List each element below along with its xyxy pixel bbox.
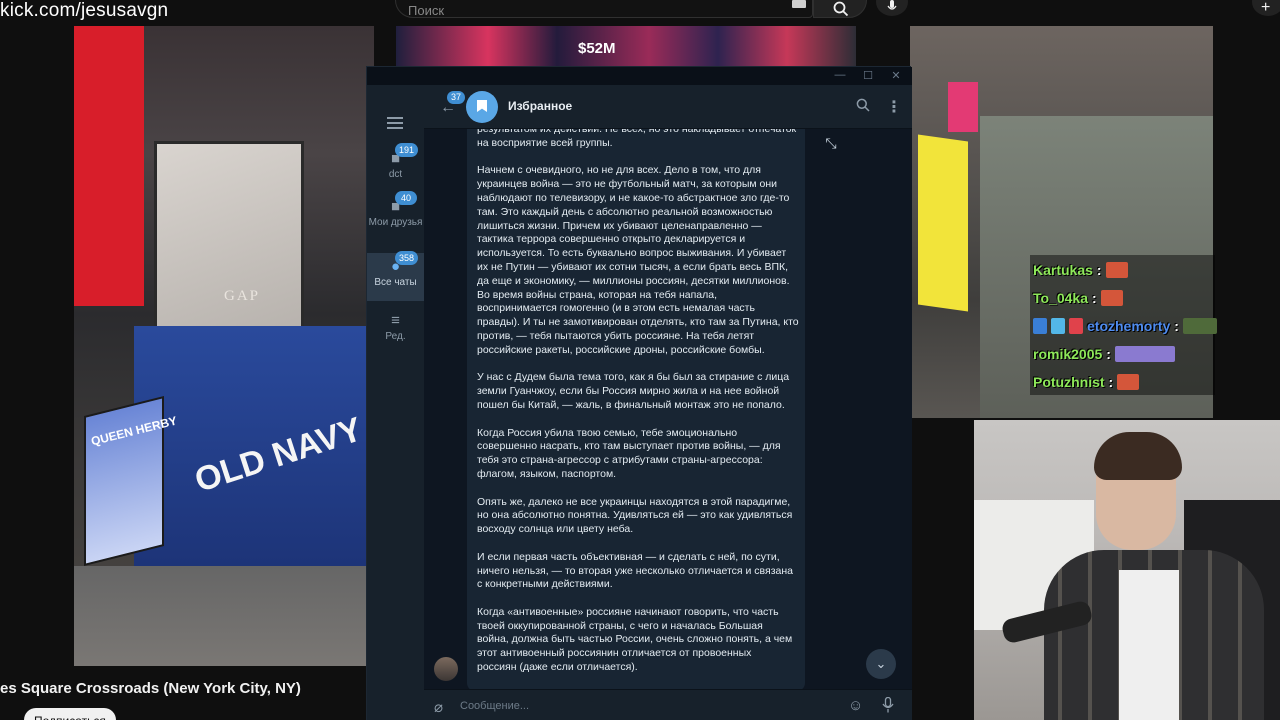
message-text: результатом их действий. Не всех, но это…	[477, 129, 802, 689]
folder-all-chats[interactable]: ● 358 Все чаты	[367, 251, 424, 301]
voice-search-button[interactable]	[876, 0, 908, 16]
gap-billboard	[154, 141, 304, 336]
chat-username: To_04ka	[1033, 290, 1088, 306]
message-paragraph: Когда Россия убила твою семью, тебе эмоц…	[477, 426, 781, 480]
microphone-icon	[887, 0, 897, 10]
avatar[interactable]	[434, 657, 458, 681]
close-button[interactable]: ✕	[886, 69, 906, 82]
folder-label: dct	[388, 169, 403, 180]
folder-label: Мои друзья	[368, 217, 423, 228]
subscribe-button[interactable]: Подписаться	[24, 708, 116, 720]
chat-username: Kartukas	[1033, 262, 1093, 278]
minimize-button[interactable]: —	[830, 69, 850, 81]
video-title[interactable]: es Square Crossroads (New York City, NY)	[0, 680, 301, 697]
money-billboard-text: $52M	[578, 40, 616, 57]
chevron-down-icon: ⌄	[875, 656, 887, 671]
keyboard-icon[interactable]	[792, 0, 806, 8]
emote-icon	[1182, 318, 1217, 334]
folder-dct[interactable]: ■ 191 dct	[367, 143, 424, 191]
hamburger-menu-icon[interactable]	[387, 117, 403, 129]
badge-icon	[1033, 318, 1047, 334]
chat-separator: :	[1106, 346, 1111, 362]
chat-separator: :	[1174, 318, 1179, 334]
emoji-icon[interactable]: ☺	[848, 697, 863, 714]
folder-my-friends[interactable]: ■ 40 Мои друзья	[367, 191, 424, 249]
red-billboard	[74, 26, 144, 306]
telegram-window: — ☐ ✕ ■ 191 dct ■ 40 Мои друзья ● 358 Вс…	[366, 66, 912, 720]
emote-icon	[1114, 346, 1175, 362]
plus-icon: +	[1261, 0, 1271, 16]
stream-video-left: GAP OLD NAVY QUEEN HERBY	[74, 26, 374, 666]
folder-edit[interactable]: ≡ Ред.	[367, 307, 424, 347]
folder-unread-badge: 191	[395, 143, 419, 157]
search-icon[interactable]	[856, 98, 870, 112]
message-paragraph: Опять же, далеко не все украинцы находят…	[477, 495, 793, 536]
chat-username: etozhemorty	[1087, 318, 1171, 334]
chat-separator: :	[1096, 262, 1102, 278]
yellow-billboard	[918, 134, 968, 312]
badge-icon	[1051, 318, 1065, 334]
message-paragraph: Начнем с очевидного, но не для всех. Дел…	[477, 164, 799, 356]
create-button[interactable]: +	[1252, 0, 1280, 16]
telegram-chat-header: ← 37 Избранное ⋮	[424, 85, 912, 129]
saved-messages-icon[interactable]	[466, 91, 498, 123]
chat-title[interactable]: Избранное	[508, 99, 572, 113]
maximize-button[interactable]: ☐	[858, 69, 878, 82]
paperclip-icon[interactable]: ⌀	[434, 698, 443, 716]
sliders-icon: ≡	[391, 312, 400, 329]
collapse-icon[interactable]: ⤡	[819, 135, 843, 159]
folder-unread-badge: 40	[395, 191, 417, 205]
badge-icon	[1069, 318, 1083, 334]
message-paragraph: результатом их действий. Не всех, но это…	[477, 129, 797, 149]
chat-username: romik2005	[1033, 346, 1103, 362]
emote-icon	[1117, 374, 1140, 390]
folder-label: Ред.	[385, 331, 406, 342]
stream-chat-message: Potuzhnist :	[1033, 371, 1140, 393]
message-input[interactable]	[460, 698, 800, 714]
youtube-search-box[interactable]: Поиск	[395, 0, 813, 18]
pink-billboard	[948, 82, 978, 132]
folder-label: Все чаты	[374, 277, 417, 288]
scroll-down-button[interactable]: ⌄	[866, 649, 896, 679]
search-icon	[833, 1, 849, 17]
folder-unread-badge: 358	[395, 251, 419, 265]
emote-icon	[1100, 290, 1123, 306]
message-paragraph: Когда «антивоенные» россияне начинают го…	[477, 605, 793, 674]
streamer-webcam	[974, 420, 1280, 720]
stream-chat-message: Kartukas :	[1033, 259, 1128, 281]
youtube-search-button[interactable]	[813, 0, 867, 18]
stream-url-overlay: kick.com/jesusavgn	[0, 0, 169, 21]
chat-separator: :	[1108, 374, 1114, 390]
stream-chat-message: To_04ka :	[1033, 287, 1123, 309]
telegram-message-area: результатом их действий. Не всех, но это…	[424, 129, 912, 689]
message-paragraph: У нас с Дудем была тема того, как я бы б…	[477, 371, 790, 411]
message-paragraph: И если первая часть объективная — и сдел…	[477, 550, 793, 591]
webcam-streamer-hair	[1094, 432, 1182, 480]
chat-username: Potuzhnist	[1033, 374, 1105, 390]
webcam-streamer-shirt	[1119, 570, 1179, 720]
telegram-titlebar: — ☐ ✕	[367, 67, 912, 85]
street-crowd	[74, 566, 374, 666]
chat-separator: :	[1092, 290, 1097, 306]
back-unread-badge: 37	[447, 91, 466, 104]
microphone-icon[interactable]	[882, 697, 894, 713]
stream-chat-message: romik2005 :	[1033, 343, 1175, 365]
message-input-bar: ⌀ ☺	[424, 689, 912, 720]
stream-video-top: $52M	[396, 26, 856, 68]
more-options-icon[interactable]: ⋮	[886, 97, 902, 117]
stream-chat-message: etozhemorty :	[1033, 315, 1217, 337]
youtube-search-placeholder: Поиск	[408, 3, 445, 18]
emote-icon	[1105, 262, 1128, 278]
telegram-folders-sidebar: ■ 191 dct ■ 40 Мои друзья ● 358 Все чаты…	[367, 85, 424, 720]
gap-logo: GAP	[224, 288, 261, 304]
screen: GAP OLD NAVY QUEEN HERBY $52M Kartukas :…	[0, 0, 1280, 720]
